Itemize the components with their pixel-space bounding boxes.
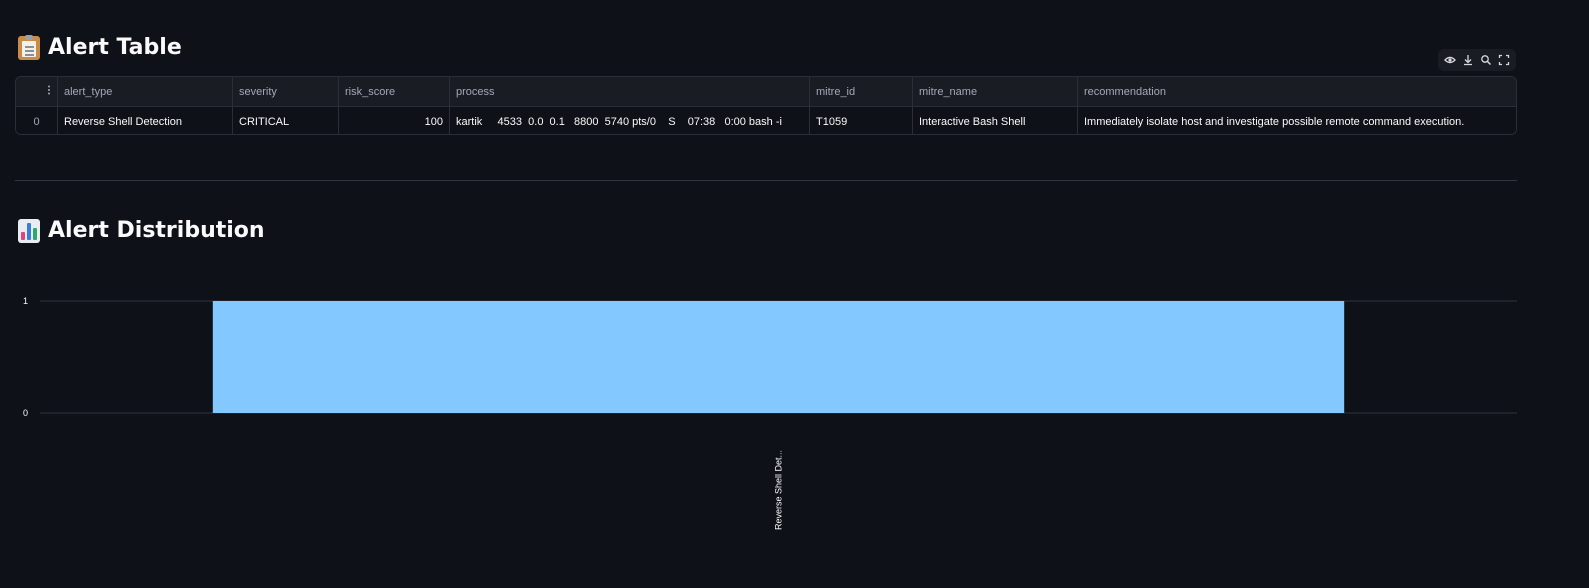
download-icon[interactable] <box>1461 53 1475 67</box>
alert-distribution-chart[interactable]: 0 1 Reverse Shell Det... <box>0 280 1530 585</box>
y-tick-label: 1 <box>23 296 28 306</box>
table-row[interactable]: 0 Reverse Shell Detection CRITICAL 100 k… <box>16 106 1516 134</box>
y-tick-label: 0 <box>23 408 28 418</box>
index-header[interactable] <box>16 77 58 106</box>
x-tick-label: Reverse Shell Det... <box>774 450 784 530</box>
eye-icon[interactable] <box>1443 53 1457 67</box>
cell-process[interactable]: kartik 4533 0.0 0.1 8800 5740 pts/0 S 07… <box>450 107 810 134</box>
more-vertical-icon[interactable] <box>22 77 50 106</box>
cell-risk-score[interactable]: 100 <box>339 107 450 134</box>
alert-table-title-text: Alert Table <box>48 35 182 60</box>
alert-distribution-title: Alert Distribution <box>18 218 265 243</box>
fullscreen-icon[interactable] <box>1497 53 1511 67</box>
table-header-row: alert_type severity risk_score process m… <box>16 77 1516 106</box>
clipboard-icon <box>18 34 40 60</box>
cell-severity[interactable]: CRITICAL <box>233 107 339 134</box>
column-header-risk-score[interactable]: risk_score <box>339 77 450 106</box>
cell-mitre-id[interactable]: T1059 <box>810 107 913 134</box>
cell-recommendation[interactable]: Immediately isolate host and investigate… <box>1078 107 1516 134</box>
row-index: 0 <box>16 107 58 134</box>
column-header-process[interactable]: process <box>450 77 810 106</box>
column-header-mitre-id[interactable]: mitre_id <box>810 77 913 106</box>
bar-chart-icon <box>18 218 40 243</box>
cell-mitre-name[interactable]: Interactive Bash Shell <box>913 107 1078 134</box>
dataframe-toolbar <box>1438 49 1516 71</box>
alert-table-title: Alert Table <box>18 34 182 60</box>
search-icon[interactable] <box>1479 53 1493 67</box>
alert-distribution-title-text: Alert Distribution <box>48 218 265 243</box>
column-header-mitre-name[interactable]: mitre_name <box>913 77 1078 106</box>
cell-alert-type[interactable]: Reverse Shell Detection <box>58 107 233 134</box>
bar[interactable] <box>212 301 1345 413</box>
column-header-recommendation[interactable]: recommendation <box>1078 77 1516 106</box>
column-header-alert-type[interactable]: alert_type <box>58 77 233 106</box>
alert-dataframe[interactable]: alert_type severity risk_score process m… <box>15 76 1517 135</box>
column-header-severity[interactable]: severity <box>233 77 339 106</box>
section-divider <box>15 180 1517 181</box>
bar-chart-svg[interactable]: 0 1 Reverse Shell Det... <box>0 280 1530 580</box>
